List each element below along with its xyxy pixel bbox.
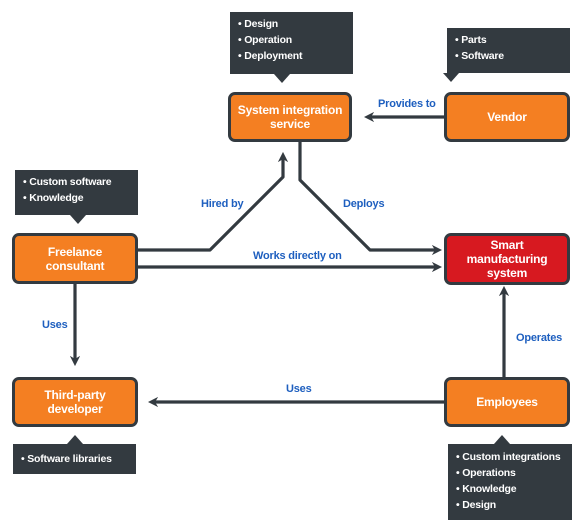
detail-item: Operations [456, 465, 564, 481]
detail-item: Custom software [23, 174, 130, 190]
edge-label-provides-to: Provides to [378, 98, 436, 110]
edge-label-deploys: Deploys [343, 198, 385, 210]
node-label: Smart manufacturing system [466, 238, 548, 280]
detail-item: Software libraries [21, 451, 128, 467]
tooltip-freelance: Custom software Knowledge [15, 170, 138, 224]
edge-deploys [298, 140, 443, 256]
detail-item: Knowledge [23, 190, 130, 206]
node-label: Freelance consultant [45, 244, 105, 273]
node-label: Employees [476, 395, 538, 409]
node-vendor[interactable]: Vendor [444, 92, 570, 142]
detail-item: Parts [455, 32, 562, 48]
edge-label-operates: Operates [516, 332, 563, 344]
edge-label-works-directly-on: Works directly on [253, 250, 342, 262]
node-third-party-developer[interactable]: Third-party developer [12, 377, 138, 427]
detail-item: Software [455, 48, 562, 64]
detail-item: Design [238, 16, 345, 32]
node-system-integration-service[interactable]: System integration service [228, 92, 352, 142]
pointer-icon [67, 435, 83, 444]
node-label: Vendor [487, 110, 527, 124]
detail-item: Design [456, 497, 564, 513]
pointer-icon [443, 73, 459, 82]
tooltip-third-party: Software libraries [13, 435, 136, 474]
node-freelance-consultant[interactable]: Freelance consultant [12, 233, 138, 284]
edge-label-hired-by: Hired by [201, 198, 244, 210]
pointer-icon [494, 435, 510, 444]
tooltip-employees: Custom integrations Operations Knowledge… [448, 435, 572, 520]
pointer-icon [274, 74, 290, 83]
node-employees[interactable]: Employees [444, 377, 570, 427]
detail-item: Deployment [238, 48, 345, 64]
node-label: Third-party developer [44, 388, 106, 416]
detail-item: Knowledge [456, 481, 564, 497]
detail-item: Operation [238, 32, 345, 48]
tooltip-vendor: Parts Software [443, 28, 570, 82]
node-label: System integration service [237, 103, 343, 131]
edge-label-uses-employees: Uses [286, 383, 312, 395]
detail-item: Custom integrations [456, 449, 564, 465]
node-smart-manufacturing-system[interactable]: Smart manufacturing system [444, 233, 570, 285]
pointer-icon [70, 215, 86, 224]
edge-label-uses-freelance: Uses [42, 319, 68, 331]
tooltip-system-integration: Design Operation Deployment [230, 12, 353, 83]
